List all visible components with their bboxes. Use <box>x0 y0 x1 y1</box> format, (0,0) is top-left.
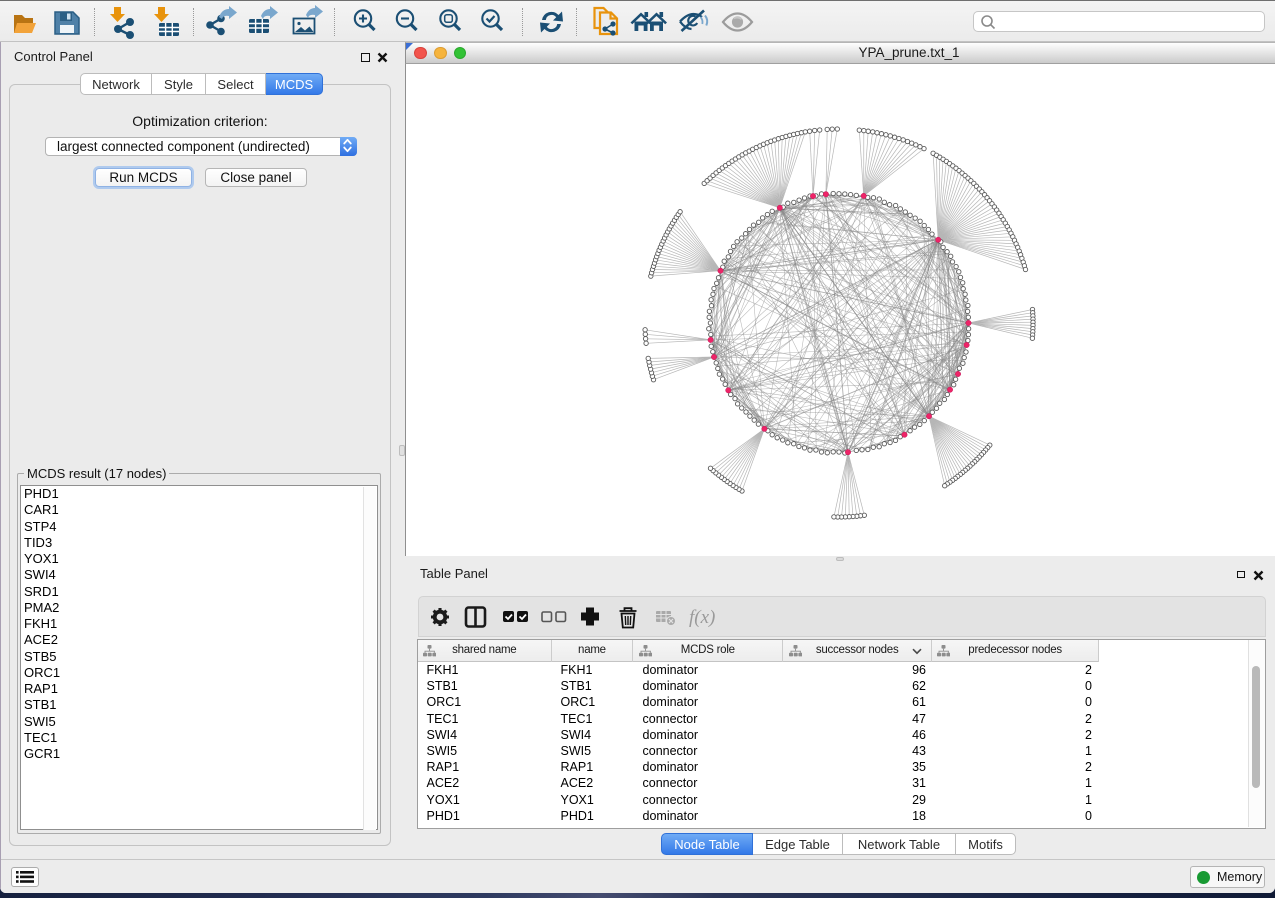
svg-text:f(x): f(x) <box>689 607 715 628</box>
